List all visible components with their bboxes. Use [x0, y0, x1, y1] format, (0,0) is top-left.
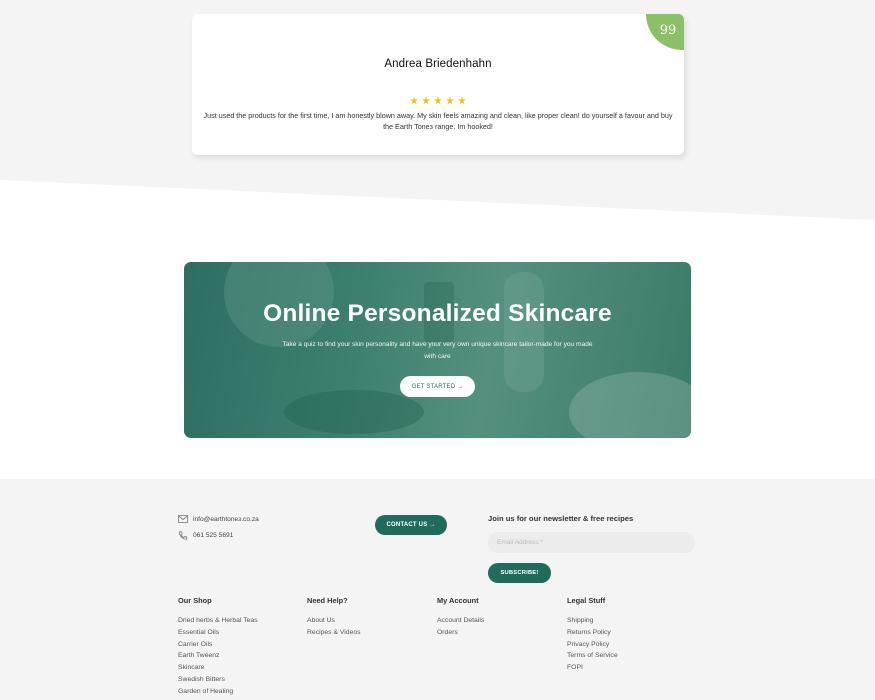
- footer-link[interactable]: FOPI: [567, 662, 618, 674]
- star-icon: ★: [457, 96, 467, 107]
- footer-link[interactable]: Orders: [437, 627, 484, 639]
- mail-icon: [178, 515, 188, 523]
- phone-icon: [179, 531, 188, 540]
- footer-phone[interactable]: 061 525 5691: [178, 531, 233, 540]
- footer-link[interactable]: About Us: [307, 615, 361, 627]
- banner-subtitle: Take a quiz to find your skin personalit…: [282, 341, 593, 360]
- footer-column-shop: Our Shop Dried herbs & Herbal Teas Essen…: [178, 596, 258, 698]
- contact-us-button[interactable]: CONTACT US →: [375, 515, 447, 535]
- footer-link[interactable]: Terms of Service: [567, 650, 618, 662]
- footer-phone-text: 061 525 5691: [193, 532, 234, 539]
- quote-badge: 99: [646, 14, 684, 50]
- footer-link[interactable]: Garden of Healing: [178, 686, 258, 698]
- star-icon: ★: [409, 96, 419, 107]
- footer-link[interactable]: Shipping: [567, 615, 618, 627]
- personalized-skincare-banner: Online Personalized Skincare Take a quiz…: [184, 262, 691, 438]
- footer-link[interactable]: Dried herbs & Herbal Teas: [178, 615, 258, 627]
- footer-email[interactable]: info@earthtoneз.co.za: [178, 515, 259, 523]
- reviewer-name: Andrea Briedenhahn: [384, 58, 492, 70]
- subscribe-button[interactable]: SUBSCRIBE!: [488, 563, 551, 583]
- footer-column-title: My Account: [437, 596, 479, 605]
- site-footer: info@earthtoneз.co.za 061 525 5691 CONTA…: [0, 479, 875, 700]
- footer-column-title: Need Help?: [307, 596, 348, 605]
- banner-title: Online Personalized Skincare: [263, 300, 612, 327]
- footer-link[interactable]: Privacy Policy: [567, 639, 618, 651]
- footer-link[interactable]: Essential Oils: [178, 627, 258, 639]
- newsletter-email-input[interactable]: [488, 532, 695, 553]
- footer-link[interactable]: Swedish Bitters: [178, 674, 258, 686]
- star-icon: ★: [433, 96, 443, 107]
- star-icon: ★: [421, 96, 431, 107]
- footer-link[interactable]: Earth Tweenz: [178, 650, 258, 662]
- footer-email-text: info@earthtoneз.co.za: [193, 515, 259, 523]
- footer-link[interactable]: Carrier Oils: [178, 639, 258, 651]
- get-started-button[interactable]: GET STARTED →: [400, 376, 475, 397]
- footer-link[interactable]: Returns Policy: [567, 627, 618, 639]
- footer-link[interactable]: Skincare: [178, 662, 258, 674]
- footer-column-title: Legal Stuff: [567, 596, 606, 605]
- footer-column-help: Need Help? About Us Recipes & Videos: [307, 596, 361, 639]
- footer-link[interactable]: Account Details: [437, 615, 484, 627]
- review-text: Just used the products for the first tim…: [203, 111, 673, 131]
- footer-column-account: My Account Account Details Orders: [437, 596, 484, 639]
- star-icon: ★: [445, 96, 455, 107]
- footer-column-legal: Legal Stuff Shipping Returns Policy Priv…: [567, 596, 618, 674]
- footer-column-title: Our Shop: [178, 596, 212, 605]
- star-rating: ★ ★ ★ ★ ★: [192, 91, 684, 109]
- footer-link[interactable]: Recipes & Videos: [307, 627, 361, 639]
- newsletter-title: Join us for our newsletter & free recipe…: [488, 514, 634, 523]
- testimonial-card: 99 Andrea Briedenhahn ★ ★ ★ ★ ★ Just used th…: [192, 14, 684, 155]
